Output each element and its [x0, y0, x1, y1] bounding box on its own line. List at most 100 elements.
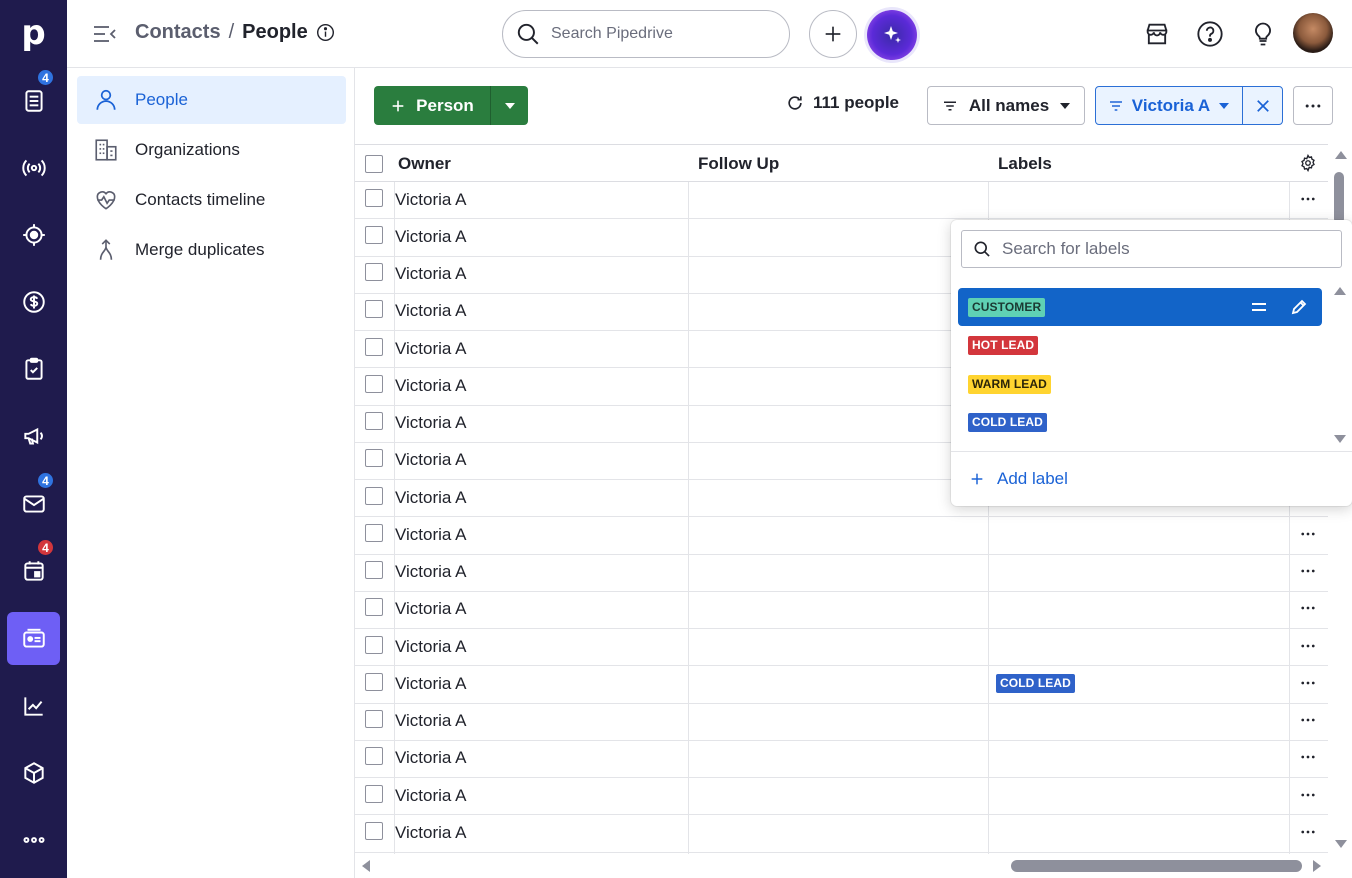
- owner-cell[interactable]: Victoria A: [395, 413, 467, 433]
- user-avatar[interactable]: [1293, 13, 1333, 53]
- rail-campaigns[interactable]: [7, 409, 60, 462]
- owner-cell[interactable]: Victoria A: [395, 711, 467, 731]
- scroll-down-arrow-icon[interactable]: [1334, 839, 1348, 849]
- scroll-left-arrow-icon[interactable]: [361, 859, 371, 873]
- add-person-dropdown-button[interactable]: [490, 86, 528, 125]
- rail-insights[interactable]: [7, 679, 60, 732]
- rail-sales[interactable]: [7, 275, 60, 328]
- owner-cell[interactable]: Victoria A: [395, 264, 467, 284]
- row-checkbox[interactable]: [365, 412, 383, 431]
- rail-calendar[interactable]: 4: [7, 538, 60, 597]
- table-row[interactable]: Victoria A COLD LEAD: [355, 666, 1328, 704]
- row-checkbox[interactable]: [365, 337, 383, 356]
- label-search-input[interactable]: [1002, 239, 1322, 259]
- rail-contacts[interactable]: [7, 612, 60, 665]
- sidenav-item-organizations[interactable]: Organizations: [77, 126, 346, 174]
- rail-products[interactable]: [7, 746, 60, 799]
- row-checkbox[interactable]: [365, 561, 383, 580]
- column-header-follow-up[interactable]: Follow Up: [689, 145, 779, 182]
- owner-cell[interactable]: Victoria A: [395, 301, 467, 321]
- collapse-sidebar-button[interactable]: [92, 22, 118, 46]
- row-actions-button[interactable]: [1298, 785, 1318, 805]
- label-option[interactable]: CUSTOMER: [958, 288, 1322, 326]
- breadcrumb-contacts[interactable]: Contacts: [135, 21, 221, 44]
- owner-cell[interactable]: Victoria A: [395, 599, 467, 619]
- owner-filter-dropdown[interactable]: Victoria A: [1095, 86, 1243, 125]
- horizontal-scroll-thumb[interactable]: [1011, 860, 1302, 872]
- list-scroll-up-icon[interactable]: [1333, 286, 1347, 296]
- search-input[interactable]: [551, 25, 771, 43]
- quick-add-button[interactable]: [809, 10, 857, 58]
- tips-button[interactable]: [1248, 19, 1278, 49]
- owner-cell[interactable]: Victoria A: [395, 562, 467, 582]
- rail-deals[interactable]: [7, 208, 60, 261]
- select-all-checkbox[interactable]: [365, 155, 383, 173]
- rail-more[interactable]: [7, 813, 60, 866]
- owner-cell[interactable]: Victoria A: [395, 674, 467, 694]
- edit-pencil-icon[interactable]: [1290, 298, 1308, 316]
- label-option[interactable]: HOT LEAD: [958, 326, 1322, 364]
- scroll-up-arrow-icon[interactable]: [1334, 150, 1348, 160]
- table-row[interactable]: Victoria A: [355, 741, 1328, 778]
- vertical-scroll-thumb[interactable]: [1334, 172, 1344, 224]
- pipedrive-logo[interactable]: p: [0, 10, 67, 56]
- owner-cell[interactable]: Victoria A: [395, 637, 467, 657]
- help-button[interactable]: [1195, 19, 1225, 49]
- row-checkbox[interactable]: [365, 225, 383, 244]
- owner-cell[interactable]: Victoria A: [395, 450, 467, 470]
- sidenav-item-contacts-timeline[interactable]: Contacts timeline: [77, 176, 346, 224]
- row-actions-button[interactable]: [1298, 189, 1318, 209]
- row-checkbox[interactable]: [365, 635, 383, 654]
- table-row[interactable]: Victoria A: [355, 592, 1328, 629]
- row-actions-button[interactable]: [1298, 747, 1318, 767]
- table-row[interactable]: Victoria A: [355, 778, 1328, 816]
- info-icon[interactable]: [316, 23, 335, 42]
- rail-campaigns-live[interactable]: [7, 141, 60, 194]
- owner-cell[interactable]: Victoria A: [395, 339, 467, 359]
- column-header-owner[interactable]: Owner: [389, 145, 451, 182]
- table-row[interactable]: Victoria A: [355, 629, 1328, 667]
- column-header-labels[interactable]: Labels: [989, 145, 1052, 182]
- more-actions-button[interactable]: [1293, 86, 1333, 125]
- table-row[interactable]: Victoria A: [355, 182, 1328, 220]
- rail-leads[interactable]: 4: [7, 68, 60, 127]
- all-names-dropdown[interactable]: All names: [927, 86, 1085, 125]
- marketplace-button[interactable]: [1142, 19, 1172, 49]
- owner-cell[interactable]: Victoria A: [395, 748, 467, 768]
- rail-activities[interactable]: [7, 342, 60, 395]
- table-row[interactable]: Victoria A: [355, 815, 1328, 853]
- row-checkbox[interactable]: [365, 821, 383, 840]
- row-checkbox[interactable]: [365, 188, 383, 207]
- row-checkbox[interactable]: [365, 263, 383, 282]
- row-checkbox[interactable]: [365, 747, 383, 766]
- clear-filter-button[interactable]: [1242, 86, 1283, 125]
- owner-cell[interactable]: Victoria A: [395, 525, 467, 545]
- owner-cell[interactable]: Victoria A: [395, 227, 467, 247]
- drag-handle-icon[interactable]: [1250, 298, 1268, 316]
- rail-mail[interactable]: 4: [7, 471, 60, 530]
- row-actions-button[interactable]: [1298, 561, 1318, 581]
- owner-cell[interactable]: Victoria A: [395, 190, 467, 210]
- label-option[interactable]: COLD LEAD: [958, 403, 1322, 441]
- owner-cell[interactable]: Victoria A: [395, 376, 467, 396]
- row-checkbox[interactable]: [365, 449, 383, 468]
- label-search[interactable]: [961, 230, 1342, 268]
- sidenav-item-merge-duplicates[interactable]: Merge duplicates: [77, 226, 346, 274]
- row-checkbox[interactable]: [365, 710, 383, 729]
- row-checkbox[interactable]: [365, 374, 383, 393]
- row-actions-button[interactable]: [1298, 636, 1318, 656]
- column-settings-button[interactable]: [1298, 153, 1318, 173]
- row-checkbox[interactable]: [365, 672, 383, 691]
- table-row[interactable]: Victoria A: [355, 517, 1328, 555]
- row-actions-button[interactable]: [1298, 598, 1318, 618]
- add-label-button[interactable]: Add label: [951, 451, 1352, 506]
- owner-cell[interactable]: Victoria A: [395, 786, 467, 806]
- horizontal-scrollbar[interactable]: [355, 854, 1352, 878]
- row-actions-button[interactable]: [1298, 524, 1318, 544]
- row-checkbox[interactable]: [365, 523, 383, 542]
- table-row[interactable]: Victoria A: [355, 704, 1328, 741]
- row-checkbox[interactable]: [365, 486, 383, 505]
- row-checkbox[interactable]: [365, 300, 383, 319]
- owner-cell[interactable]: Victoria A: [395, 823, 467, 843]
- table-row[interactable]: Victoria A: [355, 555, 1328, 592]
